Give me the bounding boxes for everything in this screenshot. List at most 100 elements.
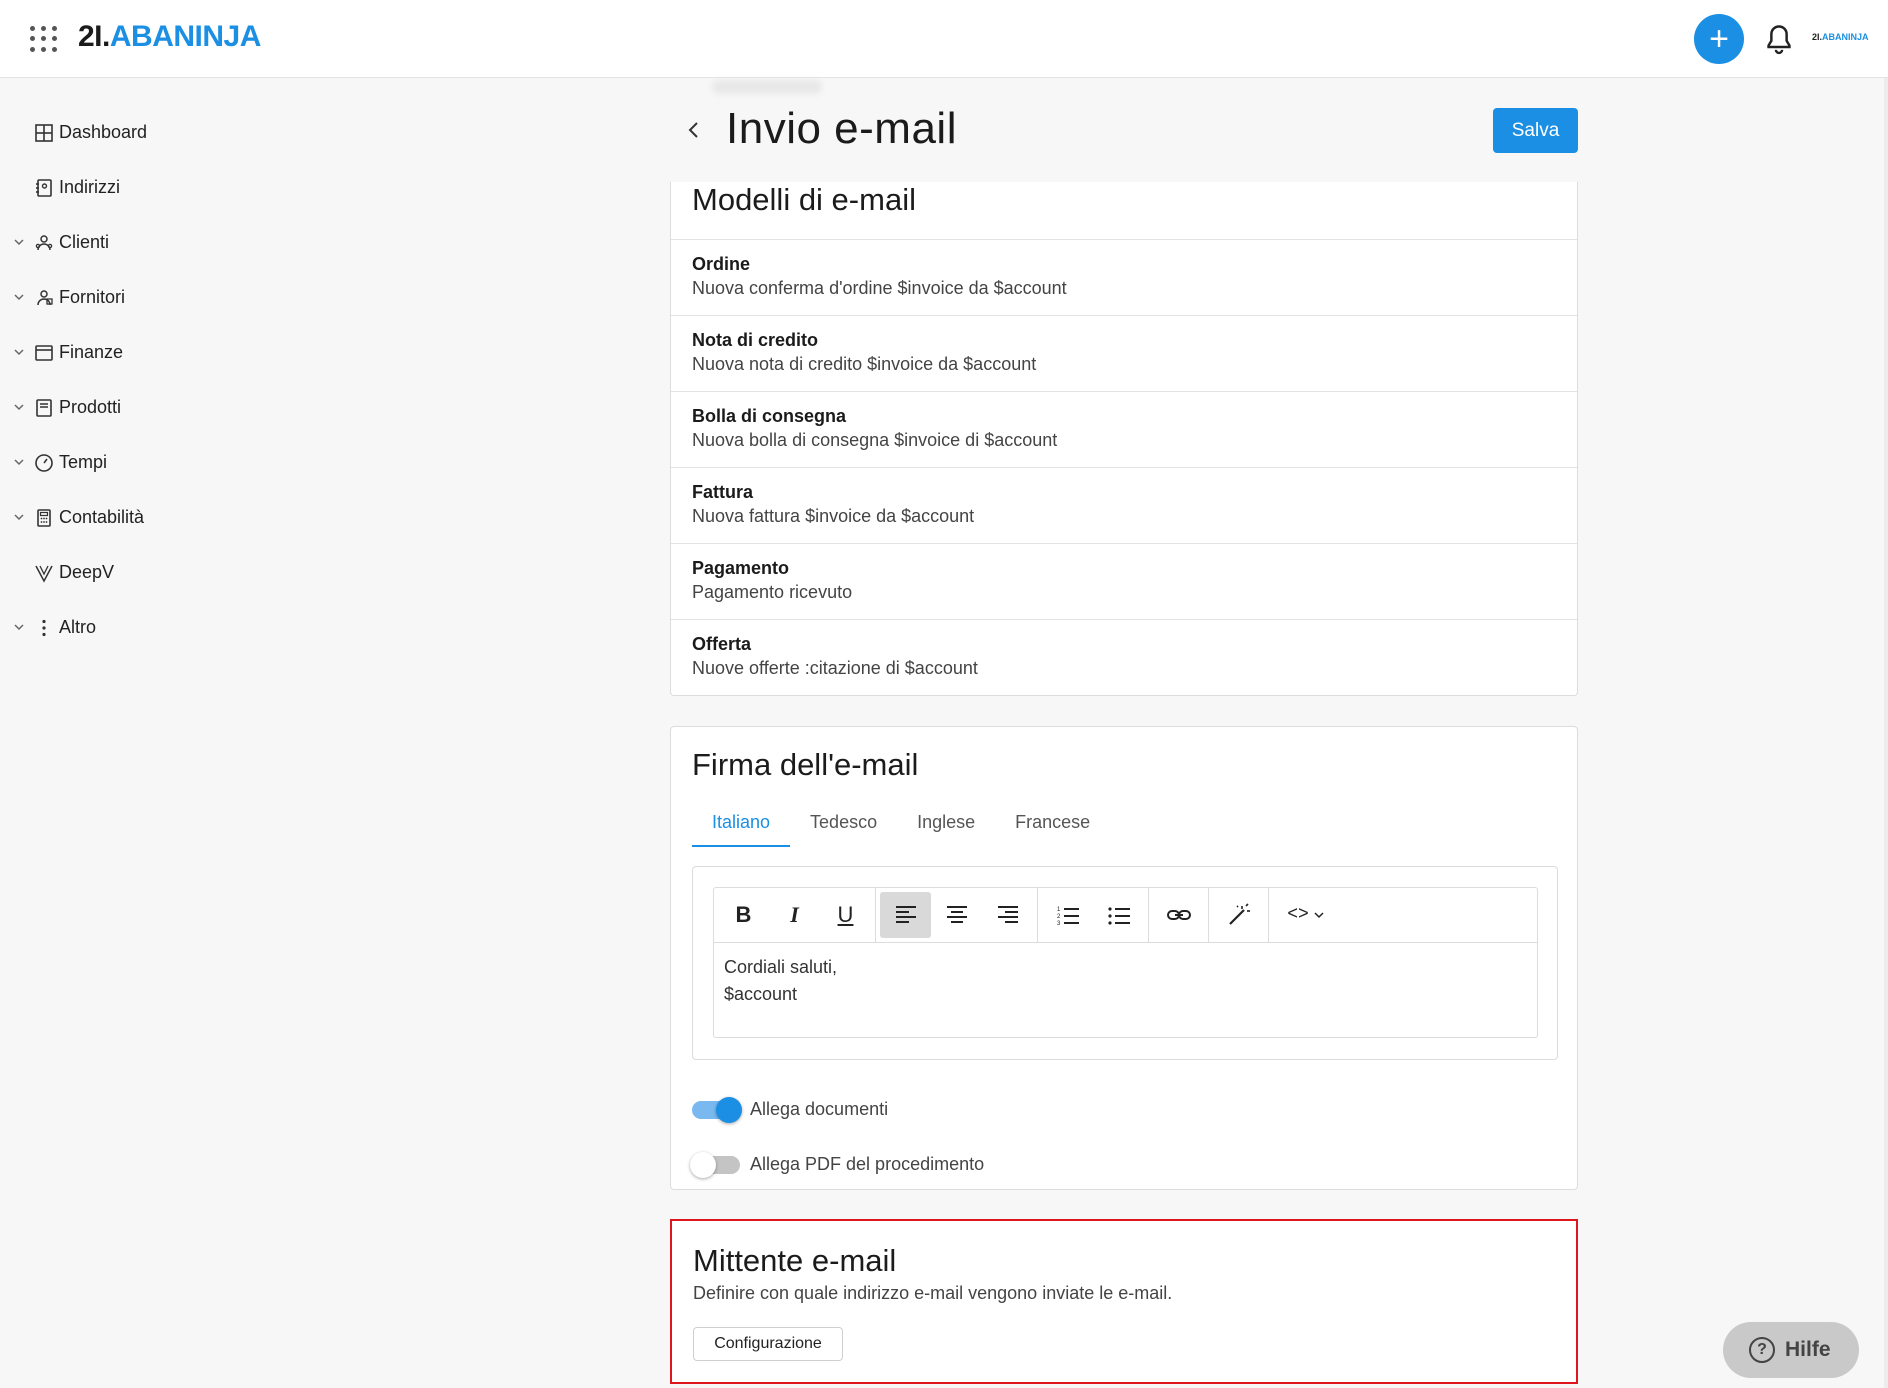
template-name: Fattura xyxy=(692,482,754,502)
template-row-ordine[interactable]: Ordine Nuova conferma d'ordine $invoice … xyxy=(671,239,1577,315)
template-row-pagamento[interactable]: Pagamento Pagamento ricevuto xyxy=(671,543,1577,619)
template-row-nota-di-credito[interactable]: Nota di credito Nuova nota di credito $i… xyxy=(671,315,1577,391)
sidebar-item-label: Tempi xyxy=(59,452,108,472)
bell-icon[interactable] xyxy=(1764,24,1794,56)
sidebar-item-finanze[interactable]: Finanze xyxy=(0,333,280,373)
signature-line: $account xyxy=(724,984,798,1004)
template-name: Ordine xyxy=(692,254,751,274)
signature-text-area[interactable]: Cordiali saluti, $account xyxy=(724,954,837,1008)
chevron-down-icon xyxy=(14,624,24,631)
apps-grid-icon[interactable] xyxy=(30,26,58,52)
svg-text:2: 2 xyxy=(1057,914,1061,920)
svg-text:3: 3 xyxy=(1057,921,1061,927)
sidebar-item-dashboard[interactable]: Dashboard xyxy=(0,113,280,153)
underline-button[interactable]: U xyxy=(820,892,871,938)
template-name: Bolla di consegna xyxy=(692,406,847,426)
align-center-icon xyxy=(946,906,967,923)
template-row-fattura[interactable]: Fattura Nuova fattura $invoice da $accou… xyxy=(671,467,1577,543)
account-logo[interactable]: 2I.ABANINJA xyxy=(1812,32,1869,42)
sidebar-item-deepv[interactable]: DeepV xyxy=(0,553,280,593)
back-chevron-icon[interactable] xyxy=(683,119,705,141)
products-icon xyxy=(36,399,52,417)
chevron-down-icon xyxy=(14,404,24,411)
attach-documents-label: Allega documenti xyxy=(750,1099,889,1119)
align-left-icon xyxy=(895,906,916,923)
chevron-down-icon xyxy=(14,514,24,521)
language-tabs: Italiano Tedesco Inglese Francese xyxy=(692,807,1110,847)
link-icon xyxy=(1166,910,1191,920)
page-title: Invio e-mail xyxy=(726,104,957,153)
email-templates-card: Modelli di e-mail Ordine Nuova conferma … xyxy=(670,182,1578,696)
text-style-group: B I U xyxy=(714,888,876,942)
sidebar-item-indirizzi[interactable]: Indirizzi xyxy=(0,168,280,208)
sidebar-item-label: Indirizzi xyxy=(59,177,121,197)
bullet-list-button[interactable] xyxy=(1093,892,1144,938)
link-button[interactable] xyxy=(1153,892,1204,938)
attach-documents-toggle[interactable] xyxy=(692,1097,742,1123)
chevron-down-icon xyxy=(14,459,24,466)
ordered-list-button[interactable]: 123 xyxy=(1042,892,1093,938)
clear-format-button[interactable] xyxy=(1213,892,1264,938)
template-subject: Nuova fattura $invoice da $account xyxy=(692,506,975,526)
template-subject: Nuove offerte :citazione di $account xyxy=(692,658,978,678)
sidebar-item-label: Clienti xyxy=(59,232,110,252)
calculator-icon xyxy=(37,509,51,527)
ordered-list-icon: 123 xyxy=(1057,907,1079,927)
app-logo[interactable]: 2I.ABANINJA xyxy=(78,20,261,54)
template-subject: Pagamento ricevuto xyxy=(692,582,853,602)
chevron-down-icon xyxy=(14,239,24,246)
signature-title: Firma dell'e-mail xyxy=(692,747,919,782)
sender-title: Mittente e-mail xyxy=(693,1243,897,1278)
code-view-button[interactable]: <> xyxy=(1273,892,1339,938)
italic-button[interactable]: I xyxy=(769,892,820,938)
signature-editor-container: B I U 123 <> Cordiali saluti, $account xyxy=(692,866,1558,1060)
chevron-down-icon xyxy=(14,294,24,301)
template-subject: Nuova conferma d'ordine $invoice da $acc… xyxy=(692,278,1067,298)
template-subject: Nuova nota di credito $invoice da $accou… xyxy=(692,354,1037,374)
tab-tedesco[interactable]: Tedesco xyxy=(790,807,897,847)
help-icon: ? xyxy=(1749,1337,1775,1363)
save-button[interactable]: Salva xyxy=(1493,108,1578,153)
configuration-button[interactable]: Configurazione xyxy=(693,1327,843,1361)
clock-icon xyxy=(35,454,53,472)
email-signature-card: Firma dell'e-mail Italiano Tedesco Ingle… xyxy=(670,726,1578,1190)
sidebar-item-label: Contabilità xyxy=(59,507,145,527)
email-sender-card: Mittente e-mail Definire con quale indir… xyxy=(670,1219,1578,1384)
align-right-button[interactable] xyxy=(982,892,1033,938)
template-name: Offerta xyxy=(692,634,752,654)
bold-button[interactable]: B xyxy=(718,892,769,938)
sender-description: Definire con quale indirizzo e-mail veng… xyxy=(693,1283,1173,1303)
list-group: 123 xyxy=(1038,888,1149,942)
add-button[interactable]: + xyxy=(1694,14,1744,64)
chevron-down-icon xyxy=(1314,912,1324,919)
sidebar-item-prodotti[interactable]: Prodotti xyxy=(0,388,280,428)
sidebar-item-altro[interactable]: Altro xyxy=(0,608,280,648)
template-row-bolla-di-consegna[interactable]: Bolla di consegna Nuova bolla di consegn… xyxy=(671,391,1577,467)
sidebar-item-label: DeepV xyxy=(59,562,115,582)
page-scrollbar[interactable] xyxy=(1884,78,1888,1388)
dashboard-icon xyxy=(35,124,53,142)
sidebar-item-tempi[interactable]: Tempi xyxy=(0,443,280,483)
align-left-button[interactable] xyxy=(880,892,931,938)
tab-italiano[interactable]: Italiano xyxy=(692,807,791,847)
template-name: Pagamento xyxy=(692,558,790,578)
finance-icon xyxy=(35,345,53,361)
sidebar-item-clienti[interactable]: Clienti xyxy=(0,223,280,263)
help-button[interactable]: ? Hilfe xyxy=(1723,1322,1859,1378)
alignment-group xyxy=(876,888,1038,942)
template-row-offerta[interactable]: Offerta Nuove offerte :citazione di $acc… xyxy=(671,619,1577,695)
address-book-icon xyxy=(36,179,52,197)
top-bar: 2I.ABANINJA + 2I.ABANINJA xyxy=(0,0,1888,78)
tab-francese[interactable]: Francese xyxy=(995,807,1110,847)
sidebar-item-fornitori[interactable]: Fornitori xyxy=(0,278,280,318)
breadcrumb xyxy=(712,80,822,94)
svg-text:1: 1 xyxy=(1057,907,1061,913)
template-subject: Nuova bolla di consegna $invoice di $acc… xyxy=(692,430,1058,450)
tab-inglese[interactable]: Inglese xyxy=(897,807,995,847)
align-right-icon xyxy=(997,906,1018,923)
sidebar-item-contabilita[interactable]: Contabilità xyxy=(0,498,280,538)
rich-text-editor: B I U 123 <> Cordiali saluti, $account xyxy=(713,887,1538,1038)
align-center-button[interactable] xyxy=(931,892,982,938)
sidebar-item-label: Altro xyxy=(59,617,97,637)
attach-pdf-toggle[interactable] xyxy=(690,1152,740,1178)
